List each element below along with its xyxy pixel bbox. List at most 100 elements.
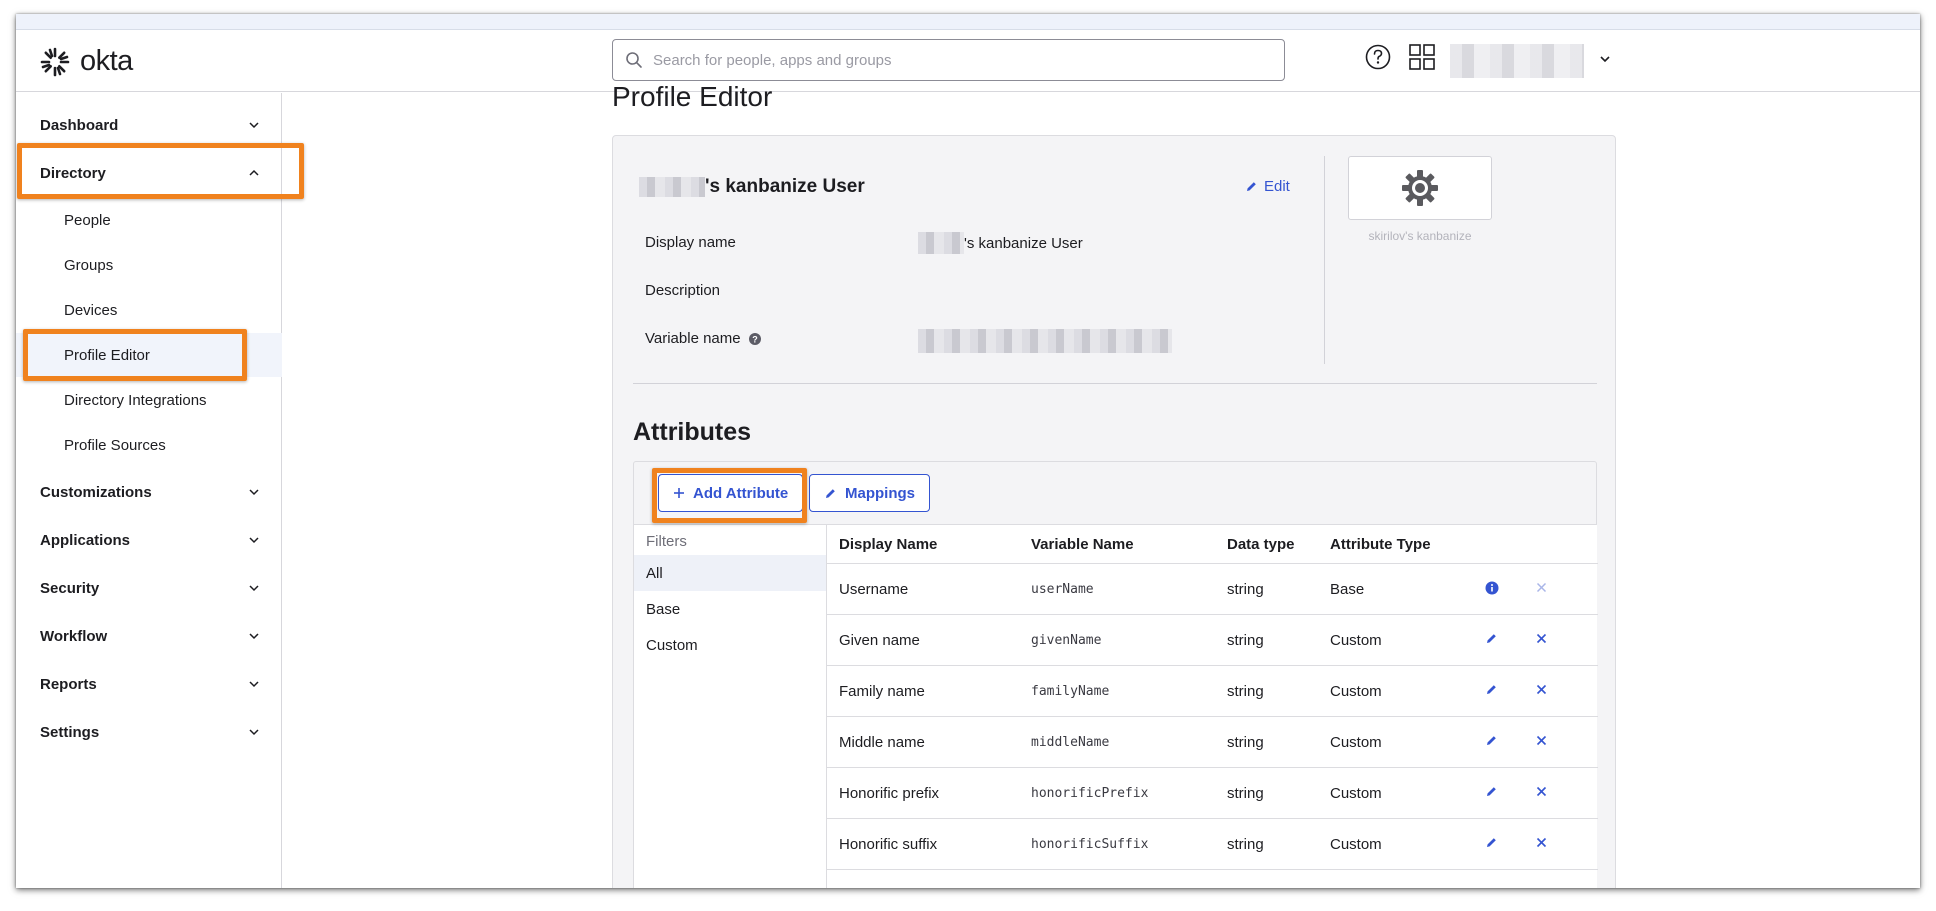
variable-name-value xyxy=(918,329,1172,353)
table-row: Username userName string Base xyxy=(827,563,1598,614)
sidebar-item-label: Settings xyxy=(40,723,100,741)
cell-attribute-type: Custom xyxy=(1330,632,1382,649)
close-icon[interactable] xyxy=(1535,632,1548,645)
mappings-label: Mappings xyxy=(845,484,915,502)
sidebar-item-groups[interactable]: Groups xyxy=(16,243,282,287)
profile-title-text: 's kanbanize User xyxy=(705,176,865,197)
profile-title: 's kanbanize User xyxy=(639,176,865,198)
cell-display-name: Middle name xyxy=(839,734,925,751)
sidebar-item-profile-sources[interactable]: Profile Sources xyxy=(16,423,282,467)
chevron-up-icon xyxy=(249,169,259,176)
pencil-icon[interactable] xyxy=(1485,734,1498,747)
display-name-label: Display name xyxy=(645,234,736,251)
profile-card: 's kanbanize User Edit Display name 's k… xyxy=(612,135,1616,888)
pencil-icon[interactable] xyxy=(1485,785,1498,798)
cell-display-name: Honorific prefix xyxy=(839,785,940,802)
attributes-table: Display Name Variable Name Data type Att… xyxy=(826,524,1598,888)
chevron-down-icon[interactable] xyxy=(1598,52,1612,66)
sidebar-item-reports[interactable]: Reports xyxy=(16,662,282,706)
cell-variable-name: givenName xyxy=(1031,633,1102,648)
sidebar-item-dashboard[interactable]: Dashboard xyxy=(16,103,282,147)
chevron-down-icon xyxy=(249,729,259,736)
cell-data-type: string xyxy=(1227,683,1264,700)
cell-variable-name: honorificPrefix xyxy=(1031,786,1149,801)
chevron-down-icon xyxy=(249,633,259,640)
mappings-button[interactable]: Mappings xyxy=(809,474,930,512)
okta-logo[interactable]: okta xyxy=(40,45,133,78)
table-row: Given name givenName string Custom xyxy=(827,614,1598,665)
cell-data-type: string xyxy=(1227,632,1264,649)
sidebar-item-security[interactable]: Security xyxy=(16,566,282,610)
sidebar-item-devices[interactable]: Devices xyxy=(16,288,282,332)
help-icon[interactable] xyxy=(1364,43,1392,71)
close-icon xyxy=(1536,582,1547,593)
cell-attribute-type: Custom xyxy=(1330,836,1382,853)
add-attribute-button[interactable]: Add Attribute xyxy=(658,474,804,512)
cell-data-type: string xyxy=(1227,836,1264,853)
cell-data-type: string xyxy=(1227,734,1264,751)
cell-variable-name: honorificSuffix xyxy=(1031,837,1149,852)
close-icon[interactable] xyxy=(1535,683,1548,696)
redacted-variable-name xyxy=(918,329,1172,353)
display-name-value: 's kanbanize User xyxy=(918,232,1083,254)
main-content: Profile Editor 's kanbanize User Edit Di… xyxy=(283,81,1920,888)
top-banner-strip xyxy=(16,14,1920,30)
info-icon[interactable] xyxy=(1485,581,1499,595)
app-grid-icon[interactable] xyxy=(1408,43,1436,71)
pencil-icon[interactable] xyxy=(1485,836,1498,849)
user-menu-name-redacted[interactable] xyxy=(1450,44,1584,78)
field-label-text: Display name xyxy=(645,234,736,251)
chevron-down-icon xyxy=(249,122,259,129)
column-header-variable-name: Variable Name xyxy=(1031,535,1134,553)
attribute-filters: Filters All Base Custom xyxy=(634,524,826,888)
cell-variable-name: familyName xyxy=(1031,684,1110,699)
top-header: okta xyxy=(16,30,1920,92)
cell-attribute-type: Base xyxy=(1330,581,1365,598)
sidebar-item-label: Directory xyxy=(40,164,106,182)
cell-attribute-type: Custom xyxy=(1330,683,1382,700)
redacted-username xyxy=(918,232,964,254)
okta-sunburst-icon xyxy=(40,47,70,76)
column-header-attribute-type: Attribute Type xyxy=(1330,535,1431,553)
cell-display-name: Given name xyxy=(839,632,920,649)
edit-profile-link[interactable]: Edit xyxy=(1245,178,1290,195)
sidebar-item-directory[interactable]: Directory xyxy=(16,151,282,195)
app-window: okta Dashboard xyxy=(16,14,1920,888)
sidebar-item-directory-integrations[interactable]: Directory Integrations xyxy=(16,378,282,422)
pencil-icon[interactable] xyxy=(1485,683,1498,696)
svg-text:?: ? xyxy=(752,334,758,344)
field-value-text: 's kanbanize User xyxy=(964,234,1083,252)
close-icon[interactable] xyxy=(1535,836,1548,849)
attributes-heading: Attributes xyxy=(633,418,752,446)
field-label-text: Description xyxy=(645,282,721,299)
table-row: Honorific suffix honorificSuffix string … xyxy=(827,818,1598,869)
table-row xyxy=(827,869,1598,888)
pencil-icon xyxy=(826,488,835,498)
horizontal-divider xyxy=(633,383,1597,384)
search-input[interactable] xyxy=(653,51,1253,69)
cell-display-name: Username xyxy=(839,581,909,598)
sidebar-item-workflow[interactable]: Workflow xyxy=(16,614,282,658)
edit-label: Edit xyxy=(1264,178,1290,195)
column-header-data-type: Data type xyxy=(1227,535,1295,553)
chevron-down-icon xyxy=(249,489,259,496)
plus-icon xyxy=(674,488,684,498)
close-icon[interactable] xyxy=(1535,785,1548,798)
search-icon xyxy=(626,52,642,68)
filter-custom[interactable]: Custom xyxy=(634,627,826,663)
sidebar-item-customizations[interactable]: Customizations xyxy=(16,470,282,514)
close-icon[interactable] xyxy=(1535,734,1548,747)
global-search[interactable] xyxy=(612,39,1285,81)
sidebar-item-applications[interactable]: Applications xyxy=(16,518,282,562)
filter-all[interactable]: All xyxy=(634,555,826,591)
sidebar-item-people[interactable]: People xyxy=(16,198,282,242)
sidebar-item-profile-editor[interactable]: Profile Editor xyxy=(16,333,282,377)
vertical-divider xyxy=(1324,156,1325,364)
chevron-down-icon xyxy=(249,585,259,592)
help-tooltip-icon[interactable]: ? xyxy=(748,332,761,345)
redacted-username xyxy=(639,177,705,197)
sidebar-item-settings[interactable]: Settings xyxy=(16,710,282,754)
filters-title: Filters xyxy=(646,533,687,550)
pencil-icon[interactable] xyxy=(1485,632,1498,645)
filter-base[interactable]: Base xyxy=(634,591,826,627)
